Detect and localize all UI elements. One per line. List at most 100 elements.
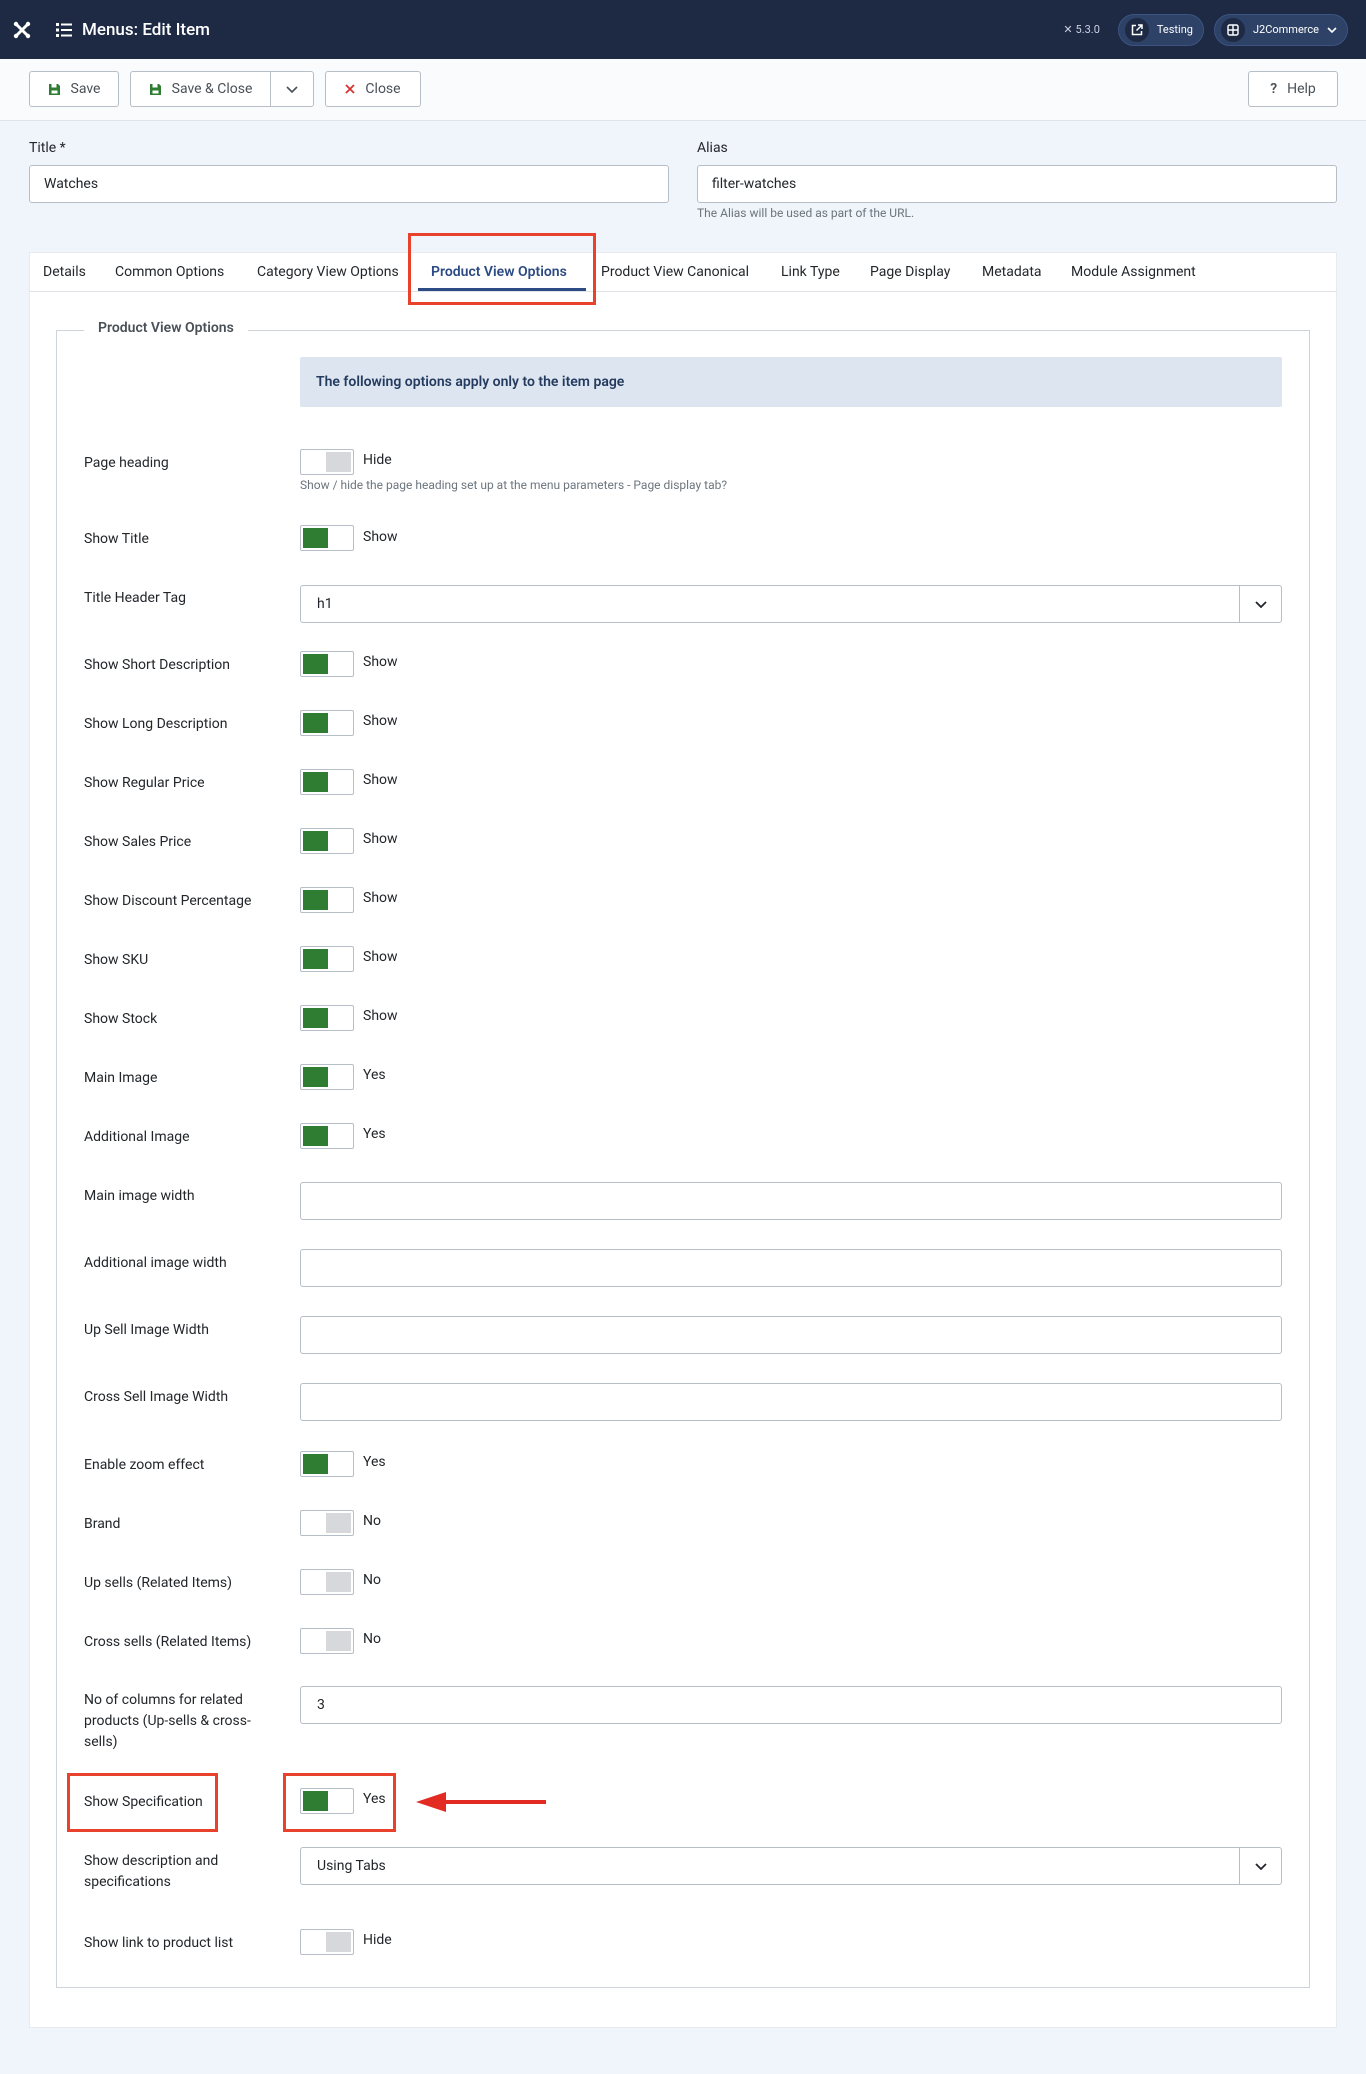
related-columns-input[interactable]: 3 [300, 1686, 1282, 1724]
spec-toggle-highlight-box [283, 1773, 396, 1832]
tab-module-assignment[interactable]: Module Assignment [1071, 252, 1196, 292]
chevron-down-icon [286, 85, 298, 93]
short-description-label: Show Short Description [84, 657, 231, 673]
crosssell-image-width-label: Cross Sell Image Width [84, 1389, 229, 1405]
spec-label-highlight-box [67, 1773, 218, 1832]
tab-page-display[interactable]: Page Display [870, 252, 950, 292]
tab-metadata[interactable]: Metadata [982, 252, 1042, 292]
regular-price-state: Show [363, 772, 398, 788]
page-heading-toggle[interactable] [300, 449, 354, 475]
sku-state: Show [363, 949, 398, 965]
brand-state: No [363, 1513, 381, 1529]
zoom-effect-label: Enable zoom effect [84, 1457, 205, 1473]
page-title-wrap: Menus: Edit Item [56, 20, 210, 40]
joomla-small-icon: ✕ [1063, 23, 1073, 36]
show-title-label: Show Title [84, 531, 149, 547]
tab-product-view-canonical[interactable]: Product View Canonical [601, 252, 749, 292]
regular-price-toggle[interactable] [300, 769, 354, 795]
title-input[interactable]: Watches [29, 165, 669, 203]
product-list-link-state: Hide [363, 1932, 392, 1948]
upsells-state: No [363, 1572, 381, 1588]
tab-category-view-options[interactable]: Category View Options [257, 252, 399, 292]
page-heading-state: Hide [363, 452, 392, 468]
main-image-label: Main Image [84, 1070, 158, 1086]
crosssell-image-width-input[interactable] [300, 1383, 1282, 1421]
user-menu-button[interactable]: J2Commerce [1213, 13, 1348, 46]
chevron-down-icon [1327, 26, 1337, 33]
zoom-effect-toggle[interactable] [300, 1451, 354, 1477]
close-icon [345, 84, 356, 94]
brand-toggle[interactable] [300, 1510, 354, 1536]
long-description-toggle[interactable] [300, 710, 354, 736]
tab-details[interactable]: Details [43, 252, 86, 292]
crosssells-label: Cross sells (Related Items) [84, 1634, 252, 1650]
stock-toggle[interactable] [300, 1005, 354, 1031]
page-heading-label: Page heading [84, 455, 169, 471]
upsell-image-width-label: Up Sell Image Width [84, 1322, 209, 1338]
related-columns-label: No of columns for related products (Up-s… [84, 1692, 251, 1750]
tab-bar: Details Common Options Category View Opt… [29, 252, 1337, 292]
site-pill-label: Testing [1156, 23, 1193, 36]
fieldset-legend: Product View Options [84, 320, 248, 336]
chevron-down-icon [1239, 586, 1281, 622]
title-header-tag-label: Title Header Tag [84, 590, 186, 606]
alias-input[interactable]: filter-watches [697, 165, 1337, 203]
question-icon: ? [1270, 81, 1278, 97]
additional-image-state: Yes [363, 1126, 386, 1142]
sku-toggle[interactable] [300, 946, 354, 972]
regular-price-label: Show Regular Price [84, 775, 205, 791]
save-options-dropdown[interactable] [270, 71, 314, 107]
main-image-width-input[interactable] [300, 1182, 1282, 1220]
long-description-state: Show [363, 713, 398, 729]
external-link-icon [1124, 17, 1149, 42]
zoom-effect-state: Yes [363, 1454, 386, 1470]
toolbar: Save Save & Close Close ? Help [0, 59, 1366, 121]
product-list-link-toggle[interactable] [300, 1929, 354, 1955]
desc-specs-select[interactable]: Using Tabs [300, 1847, 1282, 1885]
menu-list-icon [56, 22, 72, 37]
tab-common-options[interactable]: Common Options [115, 252, 224, 292]
chevron-down-icon [1239, 1848, 1281, 1884]
crosssells-toggle[interactable] [300, 1628, 354, 1654]
additional-image-toggle[interactable] [300, 1123, 354, 1149]
alias-hint: The Alias will be used as part of the UR… [697, 206, 915, 220]
upsells-label: Up sells (Related Items) [84, 1575, 232, 1591]
main-image-state: Yes [363, 1067, 386, 1083]
stock-state: Show [363, 1008, 398, 1024]
short-description-state: Show [363, 654, 398, 670]
show-title-toggle[interactable] [300, 525, 354, 551]
discount-percentage-state: Show [363, 890, 398, 906]
title-label: Title * [29, 140, 66, 156]
sku-label: Show SKU [84, 952, 149, 968]
tab-highlight-box [408, 233, 596, 305]
sales-price-toggle[interactable] [300, 828, 354, 854]
long-description-label: Show Long Description [84, 716, 228, 732]
sales-price-state: Show [363, 831, 398, 847]
upsell-image-width-input[interactable] [300, 1316, 1282, 1354]
site-link-button[interactable]: Testing [1117, 13, 1204, 46]
title-header-tag-select[interactable]: h1 [300, 585, 1282, 623]
desc-specs-label: Show description and specifications [84, 1853, 219, 1890]
additional-image-width-input[interactable] [300, 1249, 1282, 1287]
short-description-toggle[interactable] [300, 651, 354, 677]
page-title: Menus: Edit Item [82, 19, 210, 40]
stock-label: Show Stock [84, 1011, 158, 1027]
save-button[interactable]: Save [29, 71, 119, 107]
brand-label: Brand [84, 1516, 121, 1532]
help-button[interactable]: ? Help [1248, 71, 1338, 107]
user-pill-label: J2Commerce [1252, 23, 1319, 36]
app-header: Menus: Edit Item ✕ 5.3.0 Testing J2Comme… [0, 0, 1366, 59]
save-close-button[interactable]: Save & Close [130, 71, 270, 107]
red-arrow-icon [416, 1792, 546, 1812]
info-alert: The following options apply only to the … [300, 357, 1282, 407]
close-button[interactable]: Close [325, 71, 421, 107]
additional-image-width-label: Additional image width [84, 1255, 227, 1271]
discount-percentage-toggle[interactable] [300, 887, 354, 913]
upsells-toggle[interactable] [300, 1569, 354, 1595]
joomla-logo-icon[interactable] [0, 0, 44, 59]
main-image-toggle[interactable] [300, 1064, 354, 1090]
version-label: ✕ 5.3.0 [1063, 23, 1100, 36]
tab-link-type[interactable]: Link Type [781, 252, 840, 292]
show-title-state: Show [363, 529, 398, 545]
save-icon [149, 83, 161, 95]
